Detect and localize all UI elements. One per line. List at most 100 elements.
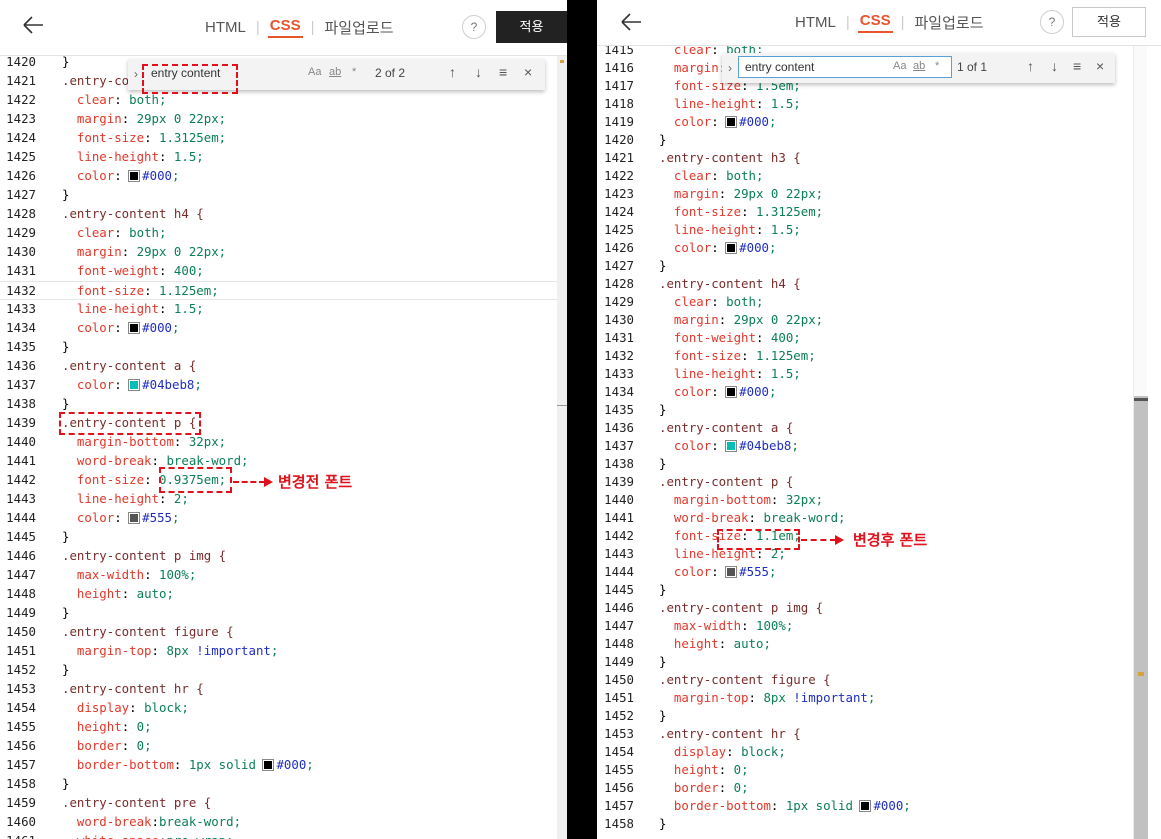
code-line[interactable]: 1441 word-break: break-word; (597, 509, 1161, 527)
find-in-selection-icon[interactable]: ≡ (499, 64, 507, 80)
code-line[interactable]: 1424 font-size: 1.3125em; (597, 203, 1161, 221)
code-line[interactable]: 1430 margin: 29px 0 22px; (597, 311, 1161, 329)
regex-icon[interactable]: * (352, 66, 356, 78)
back-arrow-icon[interactable] (618, 9, 644, 35)
code-line[interactable]: 1450 .entry-content figure { (0, 623, 567, 642)
code-line[interactable]: 1431 font-weight: 400; (597, 329, 1161, 347)
help-icon[interactable]: ? (462, 15, 486, 39)
next-match-icon[interactable]: ↓ (475, 64, 482, 80)
code-line[interactable]: 1458} (0, 775, 567, 794)
apply-button[interactable]: 적용 (1072, 7, 1146, 37)
code-line[interactable]: 1438} (597, 455, 1161, 473)
code-line[interactable]: 1459 .entry-content pre { (0, 794, 567, 813)
toggle-replace-icon[interactable]: › (134, 67, 138, 81)
match-whole-word-icon[interactable]: ab (913, 60, 925, 72)
code-line[interactable]: 1418 line-height: 1.5; (597, 95, 1161, 113)
code-line[interactable]: 1420} (597, 131, 1161, 149)
code-line[interactable]: 1453 .entry-content hr { (597, 725, 1161, 743)
code-line[interactable]: 1453 .entry-content hr { (0, 680, 567, 699)
code-line[interactable]: 1440 margin-bottom: 32px; (0, 433, 567, 452)
code-line[interactable]: 1433 line-height: 1.5; (0, 300, 567, 319)
code-line[interactable]: 1446 .entry-content p img { (597, 599, 1161, 617)
code-line[interactable]: 1429 clear: both; (0, 224, 567, 243)
code-line[interactable]: 1445} (597, 581, 1161, 599)
code-line[interactable]: 1428 .entry-content h4 { (597, 275, 1161, 293)
code-line[interactable]: 1448 height: auto; (0, 585, 567, 604)
vertical-scrollbar[interactable] (1133, 46, 1148, 839)
code-line[interactable]: 1426 color: #000; (597, 239, 1161, 257)
code-line[interactable]: 1423 margin: 29px 0 22px; (0, 110, 567, 129)
code-line[interactable]: 1454 display: block; (597, 743, 1161, 761)
code-line[interactable]: 1429 clear: both; (597, 293, 1161, 311)
code-line[interactable]: 1433 line-height: 1.5; (597, 365, 1161, 383)
code-line[interactable]: 1425 line-height: 1.5; (597, 221, 1161, 239)
code-line[interactable]: 1434 color: #000; (597, 383, 1161, 401)
regex-icon[interactable]: * (935, 60, 939, 72)
code-line[interactable]: 1435} (0, 338, 567, 357)
tab-html[interactable]: HTML (203, 19, 248, 36)
code-line[interactable]: 1437 color: #04beb8; (0, 376, 567, 395)
code-line[interactable]: 1421 .entry-content h3 { (597, 149, 1161, 167)
code-line[interactable]: 1457 border-bottom: 1px solid #000; (0, 756, 567, 775)
code-line[interactable]: 1456 border: 0; (597, 779, 1161, 797)
previous-match-icon[interactable]: ↑ (449, 64, 456, 80)
code-line[interactable]: 1441 word-break: break-word; (0, 452, 567, 471)
code-line[interactable]: 1448 height: auto; (597, 635, 1161, 653)
code-line[interactable]: 1447 max-width: 100%; (597, 617, 1161, 635)
previous-match-icon[interactable]: ↑ (1027, 58, 1034, 74)
code-line[interactable]: 1455 height: 0; (597, 761, 1161, 779)
help-icon[interactable]: ? (1040, 10, 1064, 34)
find-in-selection-icon[interactable]: ≡ (1073, 58, 1081, 74)
code-line[interactable]: 1435} (597, 401, 1161, 419)
code-line[interactable]: 1451 margin-top: 8px !important; (597, 689, 1161, 707)
code-line[interactable]: 1432 font-size: 1.125em; (597, 347, 1161, 365)
code-line[interactable]: 1452} (0, 661, 567, 680)
code-line[interactable]: 1431 font-weight: 400; (0, 262, 567, 281)
code-line[interactable]: 1440 margin-bottom: 32px; (597, 491, 1161, 509)
code-line[interactable]: 1445} (0, 528, 567, 547)
next-match-icon[interactable]: ↓ (1051, 58, 1058, 74)
match-case-icon[interactable]: Aa (893, 60, 906, 72)
tab-css[interactable]: CSS (267, 17, 303, 38)
code-line[interactable]: 1432 font-size: 1.125em; (0, 281, 567, 300)
code-line[interactable]: 1458} (597, 815, 1161, 833)
vertical-scrollbar[interactable] (557, 56, 567, 839)
code-line[interactable]: 1455 height: 0; (0, 718, 567, 737)
code-line[interactable]: 1446 .entry-content p img { (0, 547, 567, 566)
code-line[interactable]: 1439 .entry-content p { (597, 473, 1161, 491)
code-line[interactable]: 1461 white-space:pre-wrap; (0, 832, 567, 839)
code-line[interactable]: 1424 font-size: 1.3125em; (0, 129, 567, 148)
code-line[interactable]: 1443 line-height: 2; (0, 490, 567, 509)
close-find-icon[interactable]: × (1096, 58, 1104, 74)
code-line[interactable]: 1434 color: #000; (0, 319, 567, 338)
code-line[interactable]: 1444 color: #555; (0, 509, 567, 528)
code-line[interactable]: 1430 margin: 29px 0 22px; (0, 243, 567, 262)
close-find-icon[interactable]: × (524, 64, 532, 80)
code-line[interactable]: 1422 clear: both; (0, 91, 567, 110)
code-line[interactable]: 1452} (597, 707, 1161, 725)
code-line[interactable]: 1451 margin-top: 8px !important; (0, 642, 567, 661)
match-case-icon[interactable]: Aa (308, 66, 321, 78)
toggle-replace-icon[interactable]: › (728, 61, 732, 75)
code-line[interactable]: 1450 .entry-content figure { (597, 671, 1161, 689)
code-line[interactable]: 1457 border-bottom: 1px solid #000; (597, 797, 1161, 815)
code-line[interactable]: 1419 color: #000; (597, 113, 1161, 131)
code-line[interactable]: 1422 clear: both; (597, 167, 1161, 185)
code-line[interactable]: 1425 line-height: 1.5; (0, 148, 567, 167)
code-line[interactable]: 1427} (0, 186, 567, 205)
code-line[interactable]: 1423 margin: 29px 0 22px; (597, 185, 1161, 203)
match-whole-word-icon[interactable]: ab (329, 66, 341, 78)
code-line[interactable]: 1436 .entry-content a { (597, 419, 1161, 437)
code-line[interactable]: 1428 .entry-content h4 { (0, 205, 567, 224)
code-line[interactable]: 1449} (0, 604, 567, 623)
tab-file-upload[interactable]: 파일업로드 (913, 12, 986, 33)
code-line[interactable]: 1444 color: #555; (597, 563, 1161, 581)
code-line[interactable]: 1436 .entry-content a { (0, 357, 567, 376)
tab-file-upload[interactable]: 파일업로드 (323, 17, 396, 38)
code-line[interactable]: 1454 display: block; (0, 699, 567, 718)
tab-html[interactable]: HTML (793, 14, 838, 31)
code-line[interactable]: 1437 color: #04beb8; (597, 437, 1161, 455)
code-line[interactable]: 1426 color: #000; (0, 167, 567, 186)
code-line[interactable]: 1456 border: 0; (0, 737, 567, 756)
back-arrow-icon[interactable] (20, 12, 46, 38)
